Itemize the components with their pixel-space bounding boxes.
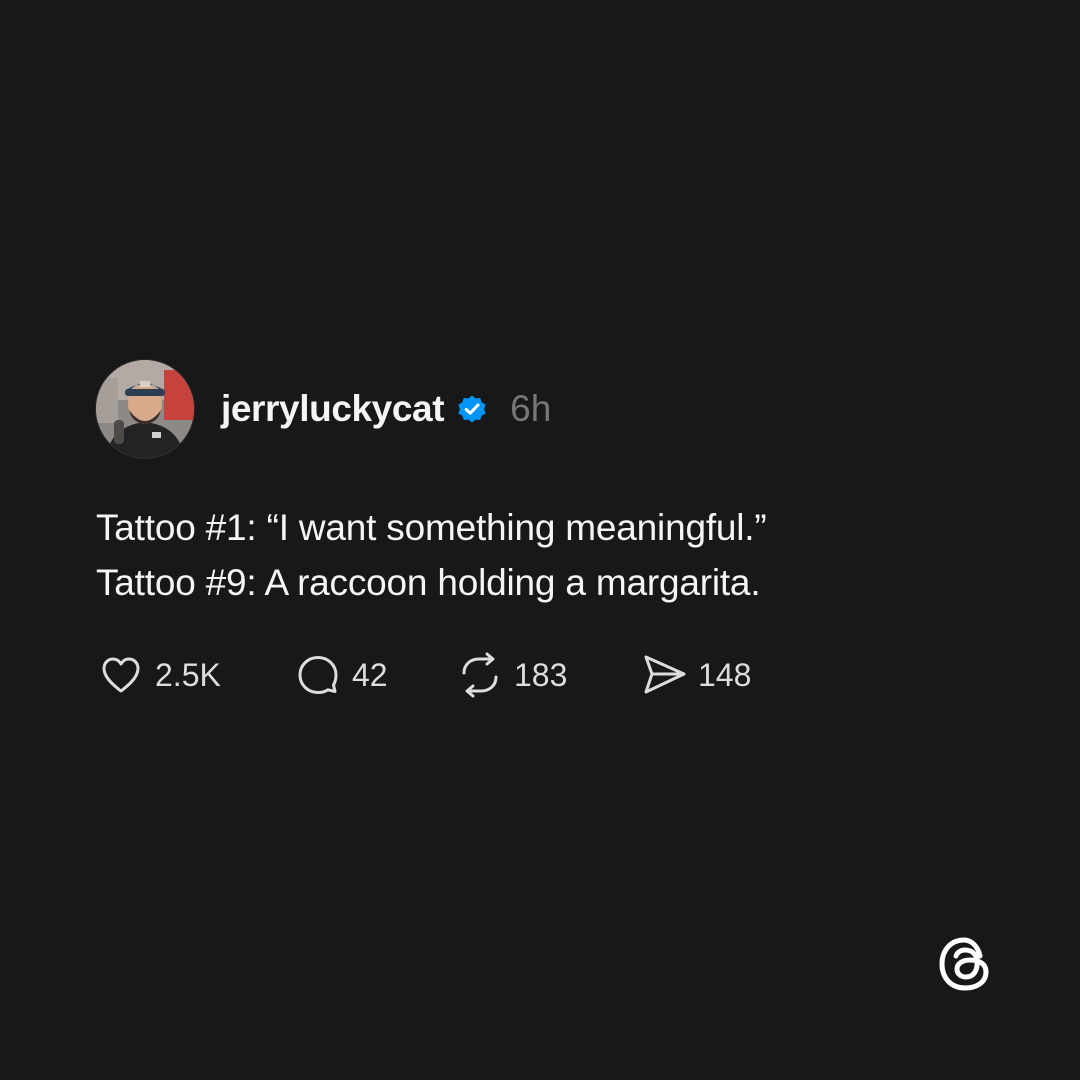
share-count: 148 (698, 656, 752, 693)
like-button[interactable]: 2.5K (96, 650, 293, 700)
send-icon (639, 650, 689, 700)
like-count: 2.5K (155, 656, 221, 693)
repost-icon (455, 650, 505, 700)
repost-button[interactable]: 183 (455, 650, 639, 700)
action-bar: 2.5K 42 183 148 (96, 650, 976, 700)
post-text: Tattoo #1: “I want something meaningful.… (96, 500, 976, 610)
username[interactable]: jerryluckycat (221, 388, 445, 430)
reply-count: 42 (352, 656, 388, 693)
threads-logo-icon (934, 932, 998, 996)
post: jerryluckycat 6h Tattoo #1: “I want some… (96, 360, 976, 700)
timestamp: 6h (510, 388, 552, 429)
heart-icon (96, 650, 146, 700)
post-header: jerryluckycat 6h (96, 360, 976, 458)
repost-count: 183 (514, 656, 568, 693)
post-text-line: Tattoo #1: “I want something meaningful.… (96, 507, 767, 548)
post-text-line: Tattoo #9: A raccoon holding a margarita… (96, 562, 761, 603)
reply-button[interactable]: 42 (293, 650, 455, 700)
avatar[interactable] (96, 360, 194, 458)
share-button[interactable]: 148 (639, 650, 751, 700)
reply-bubble-icon (293, 650, 343, 700)
threads-post-card: jerryluckycat 6h Tattoo #1: “I want some… (0, 0, 1080, 1080)
verified-badge-icon (456, 393, 488, 425)
